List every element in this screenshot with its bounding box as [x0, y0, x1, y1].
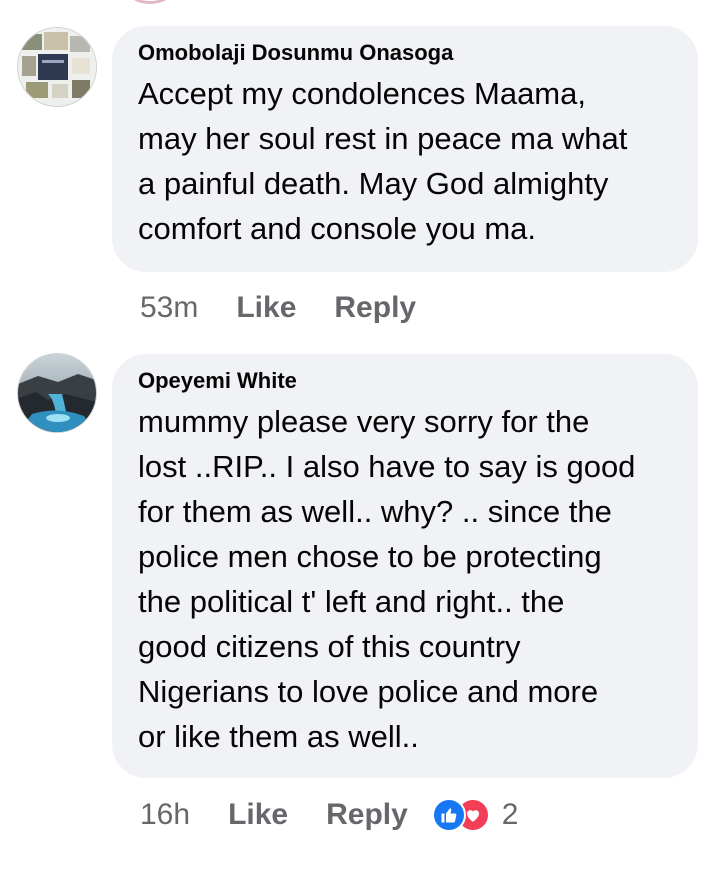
avatar-collage-image: [18, 28, 96, 106]
comment-author[interactable]: Opeyemi White: [138, 368, 672, 394]
avatar[interactable]: [18, 28, 96, 106]
comment-timestamp[interactable]: 53m: [140, 291, 198, 325]
comment-bubble: Opeyemi White mummy please very sorry fo…: [112, 354, 698, 778]
reply-button[interactable]: Reply: [326, 798, 408, 832]
comment-actions: 53m Like Reply: [140, 288, 454, 328]
like-icon: [431, 798, 466, 832]
previous-reaction-edge: [128, 0, 172, 4]
reaction-count: 2: [501, 798, 519, 831]
reaction-summary[interactable]: 2: [431, 798, 519, 832]
like-button[interactable]: Like: [236, 291, 296, 325]
comment-timestamp[interactable]: 16h: [140, 798, 190, 832]
comment-author[interactable]: Omobolaji Dosunmu Onasoga: [138, 40, 672, 66]
comment-text: mummy please very sorry for the lost ..R…: [138, 404, 636, 754]
avatar[interactable]: [18, 354, 96, 432]
comment-actions: 16h Like Reply 2: [140, 795, 518, 835]
avatar-waterfall-image: [18, 354, 96, 432]
comment-text: Accept my condolences Maama, may her sou…: [138, 76, 628, 246]
reply-button[interactable]: Reply: [334, 291, 416, 325]
like-button[interactable]: Like: [228, 798, 288, 832]
comment-bubble: Omobolaji Dosunmu Onasoga Accept my cond…: [112, 26, 698, 272]
